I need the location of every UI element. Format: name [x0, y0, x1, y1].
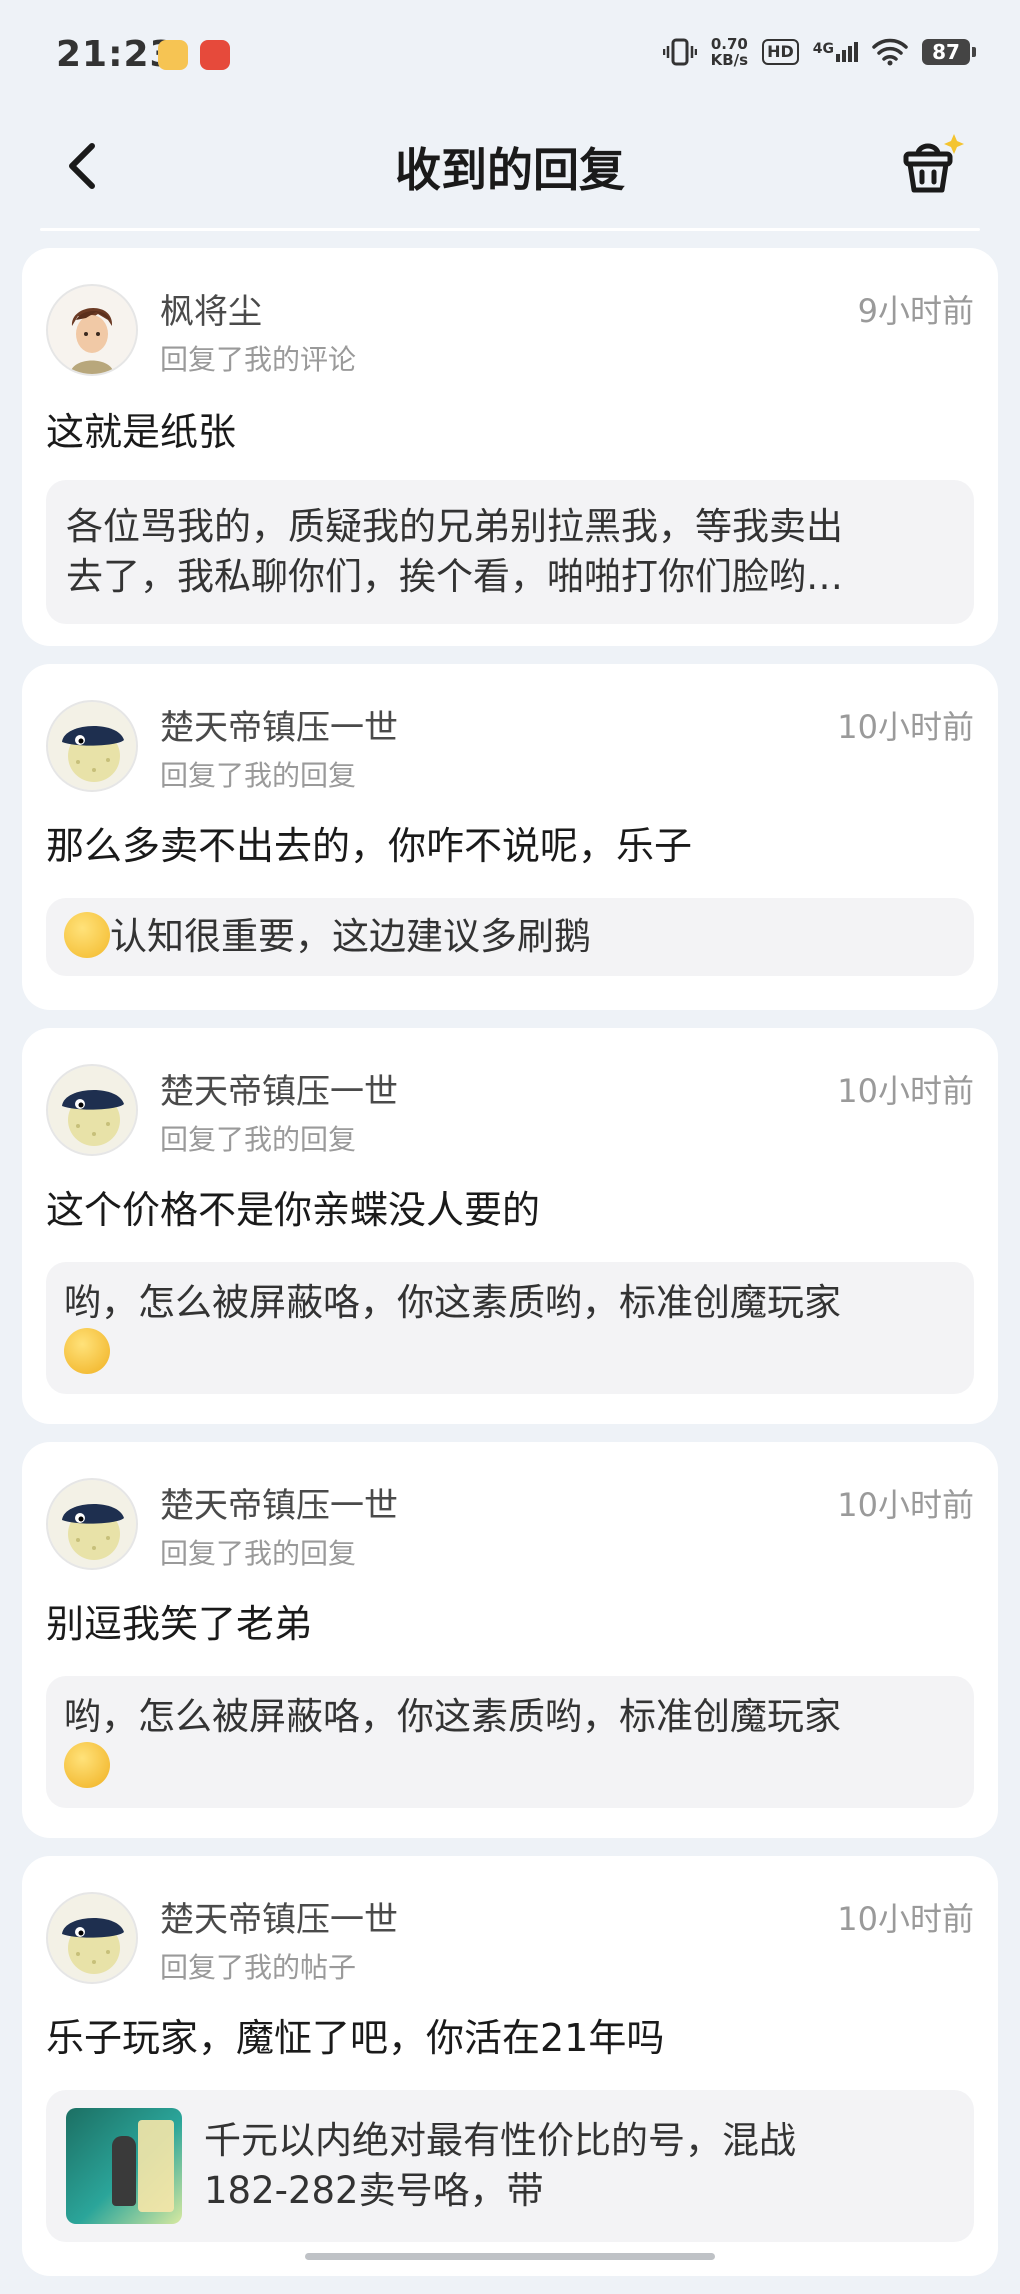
pufferfish-avatar-icon — [48, 702, 136, 790]
status-bar: 21:23 0.70 KB/s HD 4G 87 — [0, 0, 1020, 110]
quoted-line: 哟，怎么被屏蔽咯，你这素质哟，标准创魔玩家 — [64, 1281, 841, 1324]
reply-card[interactable]: 楚天帝镇压一世 回复了我的帖子 10小时前 乐子玩家，魔怔了吧，你活在21年吗 … — [22, 1856, 998, 2276]
quoted-comment[interactable]: 哟，怎么被屏蔽咯，你这素质哟，标准创魔玩家 — [46, 1262, 974, 1394]
quoted-comment[interactable]: 哟，怎么被屏蔽咯，你这素质哟，标准创魔玩家 — [46, 1676, 974, 1808]
cell-signal-icon: 4G — [813, 42, 858, 62]
reply-username[interactable]: 枫将尘 — [160, 284, 262, 333]
hd-badge: HD — [762, 39, 799, 65]
reply-username[interactable]: 楚天帝镇压一世 — [160, 1064, 398, 1113]
reply-card[interactable]: 楚天帝镇压一世 回复了我的回复 10小时前 那么多卖不出去的，你咋不说呢，乐子 … — [22, 664, 998, 1010]
reply-action: 回复了我的回复 — [160, 759, 357, 792]
reply-username[interactable]: 楚天帝镇压一世 — [160, 1892, 398, 1941]
app-notification-icon — [158, 40, 188, 70]
basket-sparkle-icon — [903, 134, 964, 193]
quoted-line: 千元以内绝对最有性价比的号，混战 — [204, 2119, 796, 2162]
reply-card[interactable]: 楚天帝镇压一世 回复了我的回复 10小时前 这个价格不是你亲蝶没人要的 哟，怎么… — [22, 1028, 998, 1424]
avatar[interactable] — [46, 700, 138, 792]
reply-text: 这就是纸张 — [46, 410, 237, 454]
pufferfish-avatar-icon — [48, 1066, 136, 1154]
reply-action: 回复了我的帖子 — [160, 1951, 357, 1984]
reply-username[interactable]: 楚天帝镇压一世 — [160, 700, 398, 749]
quoted-post[interactable]: 千元以内绝对最有性价比的号，混战 182-282卖号咯，带 — [46, 2090, 974, 2242]
basket-button[interactable] — [896, 128, 968, 200]
thinking-emoji-icon — [64, 1741, 110, 1788]
reply-timestamp: 10小时前 — [837, 708, 974, 746]
reply-card[interactable]: 楚天帝镇压一世 回复了我的回复 10小时前 别逗我笑了老弟 哟，怎么被屏蔽咯，你… — [22, 1442, 998, 1838]
reply-timestamp: 10小时前 — [837, 1900, 974, 1938]
reply-action: 回复了我的回复 — [160, 1123, 357, 1156]
top-nav: 收到的回复 — [0, 110, 1020, 220]
reply-text: 那么多卖不出去的，你咋不说呢，乐子 — [46, 824, 693, 868]
reply-action: 回复了我的评论 — [160, 343, 357, 376]
reply-text: 这个价格不是你亲蝶没人要的 — [46, 1188, 541, 1232]
post-thumbnail — [66, 2108, 182, 2224]
sweat-smile-emoji-icon — [64, 911, 110, 958]
page-title: 收到的回复 — [395, 143, 625, 197]
app-notification-icon — [200, 40, 230, 70]
vibrate-icon — [662, 38, 697, 66]
avatar[interactable] — [46, 284, 138, 376]
reply-text: 别逗我笑了老弟 — [46, 1602, 313, 1646]
reply-timestamp: 10小时前 — [837, 1072, 974, 1110]
home-indicator[interactable] — [305, 2253, 715, 2260]
reply-username[interactable]: 楚天帝镇压一世 — [160, 1478, 398, 1527]
reply-card[interactable]: 枫将尘 回复了我的评论 9小时前 这就是纸张 各位骂我的，质疑我的兄弟别拉黑我，… — [22, 248, 998, 646]
quoted-line: 认知很重要，这边建议多刷鹅 — [110, 915, 591, 958]
post-preview: 千元以内绝对最有性价比的号，混战 182-282卖号咯，带 — [204, 2116, 796, 2216]
avatar[interactable] — [46, 1478, 138, 1570]
avatar[interactable] — [46, 1892, 138, 1984]
quoted-line: 去了，我私聊你们，挨个看，啪啪打你们脸哟… — [66, 555, 843, 598]
avatar[interactable] — [46, 1064, 138, 1156]
quoted-comment[interactable]: 各位骂我的，质疑我的兄弟别拉黑我，等我卖出 去了，我私聊你们，挨个看，啪啪打你们… — [46, 480, 974, 624]
user-avatar-icon — [48, 286, 136, 374]
pufferfish-avatar-icon — [48, 1480, 136, 1568]
battery-indicator: 87 — [922, 39, 976, 65]
reply-action: 回复了我的回复 — [160, 1537, 357, 1570]
quoted-comment[interactable]: 认知很重要，这边建议多刷鹅 — [46, 898, 974, 976]
quoted-line: 各位骂我的，质疑我的兄弟别拉黑我，等我卖出 — [66, 505, 843, 548]
reply-text: 乐子玩家，魔怔了吧，你活在21年吗 — [46, 2016, 665, 2060]
quoted-line: 182-282卖号咯，带 — [204, 2169, 544, 2212]
thinking-emoji-icon — [64, 1327, 110, 1374]
network-speed: 0.70 KB/s — [710, 35, 749, 69]
reply-timestamp: 10小时前 — [837, 1486, 974, 1524]
quoted-line: 哟，怎么被屏蔽咯，你这素质哟，标准创魔玩家 — [64, 1695, 841, 1738]
status-indicators: 0.70 KB/s HD 4G 87 — [662, 35, 976, 69]
nav-divider — [40, 228, 980, 231]
reply-timestamp: 9小时前 — [857, 292, 974, 330]
reply-list: 枫将尘 回复了我的评论 9小时前 这就是纸张 各位骂我的，质疑我的兄弟别拉黑我，… — [22, 248, 998, 2294]
pufferfish-avatar-icon — [48, 1894, 136, 1982]
wifi-icon — [872, 38, 908, 66]
